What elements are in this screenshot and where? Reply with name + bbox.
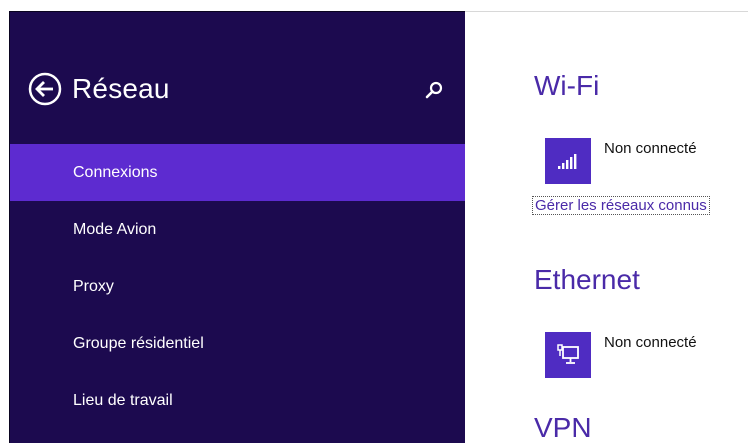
wifi-tile[interactable]: [545, 138, 591, 184]
sidebar-item-lieu-de-travail[interactable]: Lieu de travail: [10, 372, 466, 429]
sidebar-item-label: Groupe résidentiel: [73, 335, 204, 352]
back-arrow-icon: [28, 72, 62, 106]
search-button[interactable]: [422, 78, 446, 102]
content-pane: Wi-Fi Non connecté Gérer les réseaux con…: [465, 11, 748, 443]
ethernet-status: Non connecté: [604, 334, 697, 351]
ethernet-tile[interactable]: [545, 332, 591, 378]
network-settings-window: Réseau Connexions Mode Avion Proxy Group…: [0, 0, 748, 443]
wifi-status: Non connecté: [604, 140, 697, 157]
sidebar: Réseau Connexions Mode Avion Proxy Group…: [9, 11, 466, 443]
ethernet-section-title: Ethernet: [534, 264, 640, 295]
sidebar-item-proxy[interactable]: Proxy: [10, 258, 466, 315]
sidebar-item-label: Connexions: [73, 164, 158, 181]
sidebar-item-label: Mode Avion: [73, 221, 157, 238]
sidebar-item-groupe-residentiel[interactable]: Groupe résidentiel: [10, 315, 466, 372]
sidebar-item-mode-avion[interactable]: Mode Avion: [10, 201, 466, 258]
sidebar-item-label: Lieu de travail: [73, 392, 173, 409]
search-icon: [425, 81, 443, 99]
vpn-section-title: VPN: [534, 412, 592, 443]
manage-known-networks-link[interactable]: Gérer les réseaux connus: [532, 196, 710, 215]
page-title: Réseau: [72, 73, 170, 104]
ethernet-icon: [557, 344, 579, 364]
sidebar-item-label: Proxy: [73, 278, 114, 295]
back-button[interactable]: [26, 70, 64, 108]
sidebar-nav: Connexions Mode Avion Proxy Groupe résid…: [10, 144, 466, 429]
wifi-section-title: Wi-Fi: [534, 70, 600, 101]
wifi-signal-icon: [558, 154, 577, 169]
sidebar-item-connexions[interactable]: Connexions: [10, 144, 466, 201]
